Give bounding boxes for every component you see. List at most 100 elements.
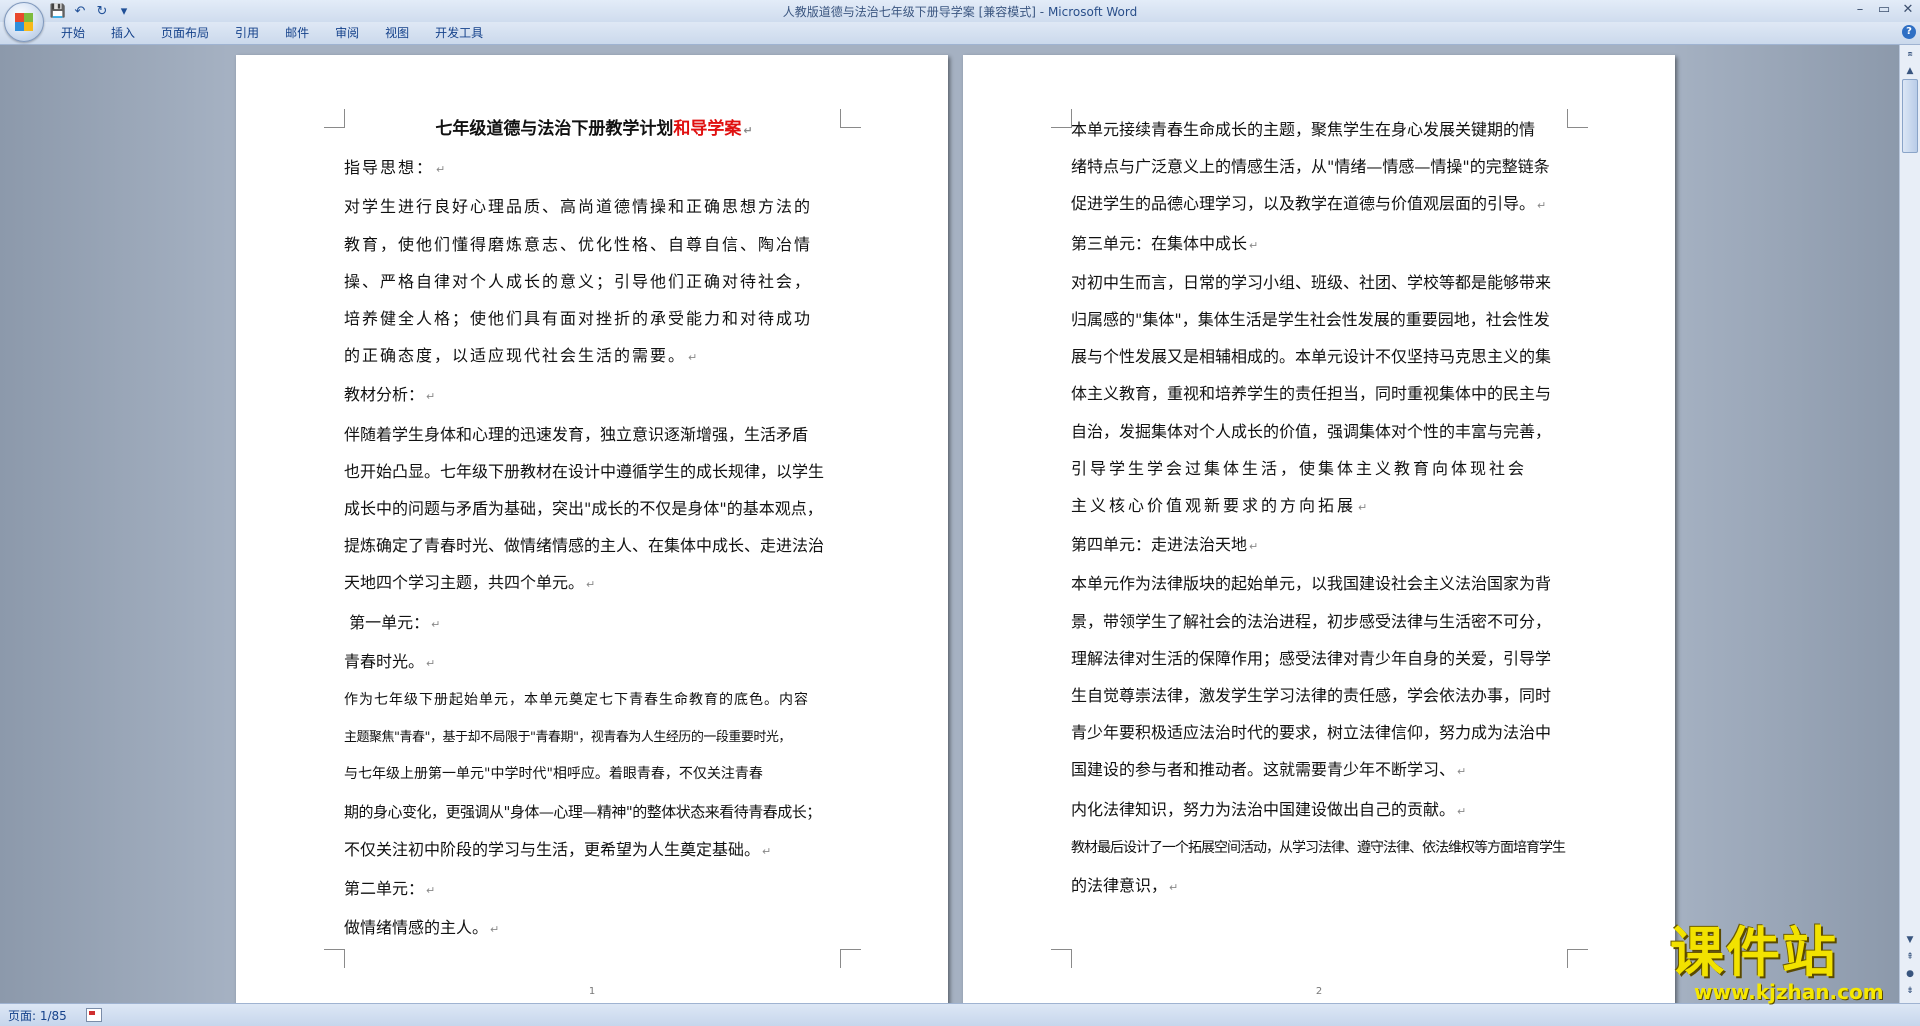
text-line: 教材分析： [344, 385, 425, 405]
text-line: 对学生进行良好心理品质、高尚道德情操和正确思想方法的 [344, 197, 813, 217]
paragraph: 内化法律知识，努力为法治中国建设做出自己的贡献。 ↵ [1071, 791, 1571, 830]
text-line: 的正确态度，以适应现代社会生活的需要。 [344, 346, 687, 366]
tab-references[interactable]: 引用 [222, 25, 272, 41]
text-line: 指导思想： [344, 158, 435, 178]
paragraph-mark: ↵ [1169, 881, 1179, 895]
paragraph-mark: ↵ [1457, 765, 1467, 779]
paragraph-mark: ↵ [426, 884, 436, 898]
text-line: 展与个性发展又是相辅相成的。本单元设计不仅坚持马克思主义的集 [1071, 347, 1552, 367]
paragraph-mark: ↵ [426, 390, 436, 404]
paragraph-mark: ↵ [743, 124, 753, 137]
paragraph: 不仅关注初中阶段的学习与生活，更希望为人生奠定基础。 ↵ [344, 831, 844, 870]
window-controls: – ▭ ✕ [1848, 0, 1920, 20]
text-line: 主义核心价值观新要求的方向拓展 [1071, 496, 1357, 516]
text-line: 归属感的"集体"，集体生活是学生社会性发展的重要园地，社会性发 [1071, 310, 1550, 330]
document-title: 七年级道德与法治下册教学计划和导学案 ↵ [344, 111, 844, 149]
paragraph: 促进学生的品德心理学习，以及教学在道德与价值观层面的引导。 ↵ [1071, 185, 1571, 224]
title-separator: - [1035, 5, 1048, 19]
text-line: 成长中的问题与矛盾为基础，突出"成长的不仅是身体"的基本观点， [344, 499, 823, 519]
app-name: Microsoft Word [1047, 5, 1138, 19]
paragraph: 的正确态度，以适应现代社会生活的需要。 ↵ [344, 337, 844, 376]
paragraph-mark: ↵ [431, 617, 441, 631]
page-number: 2 [1315, 986, 1323, 997]
scrollbar-thumb[interactable] [1902, 79, 1918, 153]
scroll-up-button[interactable]: ▲ [1901, 63, 1919, 79]
tab-review[interactable]: 审阅 [322, 25, 372, 41]
tab-view[interactable]: 视图 [372, 25, 422, 41]
paragraph: 做情绪情感的主人。 ↵ [344, 909, 844, 948]
paragraph-mark: ↵ [1249, 238, 1259, 252]
tab-developer[interactable]: 开发工具 [422, 25, 496, 41]
text-line: 本单元作为法律版块的起始单元，以我国建设社会主义法治国家为背 [1071, 574, 1552, 594]
title-bar: 💾 ↶ ↻ ▾ 人教版道德与法治七年级下册导学案 [兼容模式] - Micros… [0, 0, 1920, 42]
previous-page-button[interactable]: ⇞ [1901, 949, 1919, 965]
ruler-toggle-icon[interactable]: ⧈ [1901, 46, 1919, 62]
ribbon-tabs: 开始 插入 页面布局 引用 邮件 审阅 视图 开发工具 [48, 25, 496, 41]
tab-home[interactable]: 开始 [48, 25, 98, 41]
paragraph-mark: ↵ [1358, 501, 1368, 515]
paragraph: 第三单元：在集体中成长 ↵ [1071, 225, 1571, 264]
paragraph-mark: ↵ [1249, 540, 1259, 554]
document-workspace: 七年级道德与法治下册教学计划和导学案 ↵ 指导思想： ↵ 对学生进行良好心理品质、高… [0, 45, 1900, 1003]
tab-mailings[interactable]: 邮件 [272, 25, 322, 41]
paragraph: 指导思想： ↵ [344, 149, 844, 188]
office-logo-icon [15, 13, 33, 31]
text-line: 教育，使他们懂得磨炼意志、优化性格、自尊自信、陶冶情 [344, 234, 813, 254]
proofing-status-icon[interactable] [86, 1008, 102, 1022]
next-page-button[interactable]: ⇟ [1901, 983, 1919, 999]
text-line: 教材最后设计了一个拓展空间活动，从学习法律、遵守法律、依法维权等方面培育学生 [1071, 839, 1566, 856]
tab-insert[interactable]: 插入 [98, 25, 148, 41]
paragraph: 第四单元：走进法治天地 ↵ [1071, 526, 1571, 565]
text-line: 第二单元： [344, 879, 425, 899]
text-line: 内化法律知识，努力为法治中国建设做出自己的贡献。 [1071, 799, 1456, 819]
text-line: 青少年要积极适应法治时代的要求，树立法律信仰，努力成为法治中 [1071, 723, 1552, 743]
document-name: 人教版道德与法治七年级下册导学案 [兼容模式] [782, 5, 1036, 19]
help-icon[interactable]: ? [1902, 25, 1916, 39]
paragraph: 教材分析： ↵ [344, 376, 844, 415]
text-line: 绪特点与广泛意义上的情感生活，从"情绪—情感—情操"的完整链条 [1071, 157, 1550, 177]
document-page-2[interactable]: 本单元接续青春生命成长的主题，聚焦学生在身心发展关键期的情 绪特点与广泛意义上的… [963, 55, 1675, 1003]
page-2-text[interactable]: 本单元接续青春生命成长的主题，聚焦学生在身心发展关键期的情 绪特点与广泛意义上的… [1071, 111, 1571, 906]
paragraph: 的法律意识， ↵ [1071, 867, 1571, 906]
tab-page-layout[interactable]: 页面布局 [148, 25, 222, 41]
close-button[interactable]: ✕ [1896, 0, 1920, 20]
text-line: 也开始凸显。七年级下册教材在设计中遵循学生的成长规律，以学生 [344, 461, 825, 481]
title-main: 七年级道德与法治下册教学计划 [435, 119, 674, 139]
vertical-scrollbar[interactable]: ⧈ ▲ ▼ ⇞ ● ⇟ [1899, 45, 1920, 1003]
watermark-url: www.kjzhan.com [1694, 980, 1884, 1004]
text-line: 操、严格自律对个人成长的意义；引导他们正确对待社会， [344, 271, 813, 291]
text-line: 引导学生学会过集体生活，使集体主义教育向体现社会 [1071, 458, 1528, 478]
document-page-1[interactable]: 七年级道德与法治下册教学计划和导学案 ↵ 指导思想： ↵ 对学生进行良好心理品质、高… [236, 55, 948, 1003]
minimize-button[interactable]: – [1848, 0, 1872, 20]
crop-mark [1051, 109, 1072, 128]
office-button[interactable] [4, 2, 44, 42]
select-browse-object-button[interactable]: ● [1901, 966, 1919, 982]
page-1-text[interactable]: 七年级道德与法治下册教学计划和导学案 ↵ 指导思想： ↵ 对学生进行良好心理品质、高… [344, 111, 844, 948]
paragraph-mark: ↵ [426, 656, 436, 670]
title-highlight: 和导学案 [673, 119, 742, 139]
paragraph: 第二单元： ↵ [344, 870, 844, 909]
text-line: 青春时光。 [344, 651, 425, 671]
text-line: 生自觉尊崇法律，激发学生学习法律的责任感，学会依法办事，同时 [1071, 686, 1552, 706]
paragraph-mark: ↵ [688, 351, 700, 365]
text-line: 天地四个学习主题，共四个单元。 [344, 573, 585, 593]
paragraph: 青春时光。 ↵ [344, 643, 844, 682]
site-watermark: 课件站 www.kjzhan.com [1670, 925, 1900, 1005]
page-count-status[interactable]: 页面: 1/85 [8, 1007, 67, 1024]
restore-button[interactable]: ▭ [1872, 0, 1896, 20]
window-title: 人教版道德与法治七年级下册导学案 [兼容模式] - Microsoft Word [0, 3, 1920, 20]
text-line: 本单元接续青春生命成长的主题，聚焦学生在身心发展关键期的情 [1071, 120, 1536, 139]
text-line: 培养健全人格；使他们具有面对挫折的承受能力和对待成功 [344, 309, 813, 329]
text-line: 国建设的参与者和推动者。这就需要青少年不断学习、 [1071, 760, 1456, 780]
paragraph: 第一单元： ↵ [344, 604, 844, 643]
crop-mark [324, 109, 345, 128]
paragraph: 主义核心价值观新要求的方向拓展 ↵ [1071, 487, 1571, 526]
paragraph-mark: ↵ [490, 923, 500, 937]
paragraph-mark: ↵ [762, 844, 772, 858]
paragraph-mark: ↵ [1537, 199, 1547, 213]
text-line: 提炼确定了青春时光、做情绪情感的主人、在集体中成长、走进法治 [344, 536, 825, 556]
watermark-text: 课件站 [1670, 921, 1838, 984]
paragraph: 天地四个学习主题，共四个单元。 ↵ [344, 564, 844, 603]
scroll-down-button[interactable]: ▼ [1901, 932, 1919, 948]
text-line: 不仅关注初中阶段的学习与生活，更希望为人生奠定基础。 [344, 839, 761, 859]
